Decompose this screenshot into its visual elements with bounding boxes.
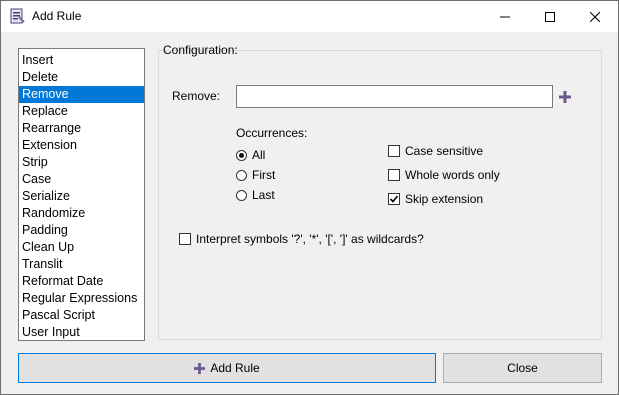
occurrence-first-label: First bbox=[252, 168, 276, 182]
remove-label: Remove: bbox=[172, 89, 221, 103]
occurrence-all-label: All bbox=[252, 148, 266, 162]
checkbox-indicator[interactable] bbox=[388, 169, 400, 181]
rule-list-item[interactable]: Clean Up bbox=[19, 239, 144, 256]
skip-extension-label: Skip extension bbox=[405, 192, 484, 206]
radio-indicator[interactable] bbox=[236, 169, 247, 181]
case-sensitive-label: Case sensitive bbox=[405, 144, 484, 158]
whole-words-label: Whole words only bbox=[405, 168, 500, 182]
rule-list-item[interactable]: Extension bbox=[19, 137, 144, 154]
skip-extension-checkbox[interactable]: Skip extension bbox=[388, 192, 483, 206]
occurrence-first-radio[interactable]: First bbox=[236, 168, 275, 182]
occurrence-last-label: Last bbox=[252, 188, 275, 202]
rule-list-item[interactable]: Remove bbox=[19, 86, 144, 103]
minimize-icon bbox=[499, 16, 510, 17]
add-rule-button[interactable]: Add Rule bbox=[18, 353, 436, 383]
remove-input[interactable] bbox=[236, 85, 553, 108]
configuration-title: Configuration: bbox=[163, 43, 238, 57]
add-rule-label: Add Rule bbox=[210, 361, 260, 375]
window-title: Add Rule bbox=[32, 9, 82, 23]
radio-indicator[interactable] bbox=[236, 189, 247, 201]
whole-words-checkbox[interactable]: Whole words only bbox=[388, 168, 500, 182]
close-icon bbox=[589, 11, 600, 22]
rule-list-item[interactable]: Translit bbox=[19, 256, 144, 273]
rule-list-item[interactable]: Padding bbox=[19, 222, 144, 239]
rule-list-item[interactable]: Strip bbox=[19, 154, 144, 171]
wildcards-checkbox[interactable]: Interpret symbols '?', '*', '[', ']' as … bbox=[179, 232, 424, 246]
rule-list-item[interactable]: Reformat Date bbox=[19, 273, 144, 290]
occurrence-last-radio[interactable]: Last bbox=[236, 188, 275, 202]
rule-list-item[interactable]: User Input bbox=[19, 324, 144, 341]
rule-list-item[interactable]: Delete bbox=[19, 69, 144, 86]
checkbox-indicator[interactable] bbox=[179, 233, 191, 245]
occurrence-all-radio[interactable]: All bbox=[236, 148, 265, 162]
rule-type-list[interactable]: Insert Delete Remove Replace Rearrange Extens… bbox=[18, 48, 145, 341]
minimize-button[interactable] bbox=[482, 1, 527, 32]
app-icon bbox=[8, 7, 26, 25]
wildcards-label: Interpret symbols '?', '*', '[', ']' as … bbox=[196, 232, 424, 246]
close-window-button[interactable] bbox=[572, 1, 617, 32]
close-label: Close bbox=[507, 361, 538, 375]
rule-list-item[interactable]: Replace bbox=[19, 103, 144, 120]
close-button[interactable]: Close bbox=[443, 353, 602, 383]
checkmark-icon bbox=[389, 195, 399, 203]
rule-list-item[interactable]: Case bbox=[19, 171, 144, 188]
plus-icon bbox=[194, 362, 206, 374]
occurrences-label: Occurrences: bbox=[236, 126, 308, 140]
rule-list-item[interactable]: Serialize bbox=[19, 188, 144, 205]
checkbox-indicator[interactable] bbox=[388, 145, 400, 157]
radio-indicator[interactable] bbox=[236, 149, 247, 161]
rule-list-item[interactable]: Regular Expressions bbox=[19, 290, 144, 307]
rule-list-item[interactable]: Pascal Script bbox=[19, 307, 144, 324]
rule-list-item[interactable]: Randomize bbox=[19, 205, 144, 222]
title-bar: Add Rule bbox=[1, 1, 618, 32]
checkbox-indicator[interactable] bbox=[388, 193, 400, 205]
add-item-plus-icon[interactable] bbox=[559, 91, 571, 103]
maximize-icon bbox=[544, 11, 555, 22]
rule-list-item[interactable]: Rearrange bbox=[19, 120, 144, 137]
case-sensitive-checkbox[interactable]: Case sensitive bbox=[388, 144, 483, 158]
maximize-button[interactable] bbox=[527, 1, 572, 32]
rule-list-item[interactable]: Insert bbox=[19, 52, 144, 69]
add-rule-dialog: Add Rule Insert Delete Remove Replace Rearra… bbox=[0, 0, 619, 395]
